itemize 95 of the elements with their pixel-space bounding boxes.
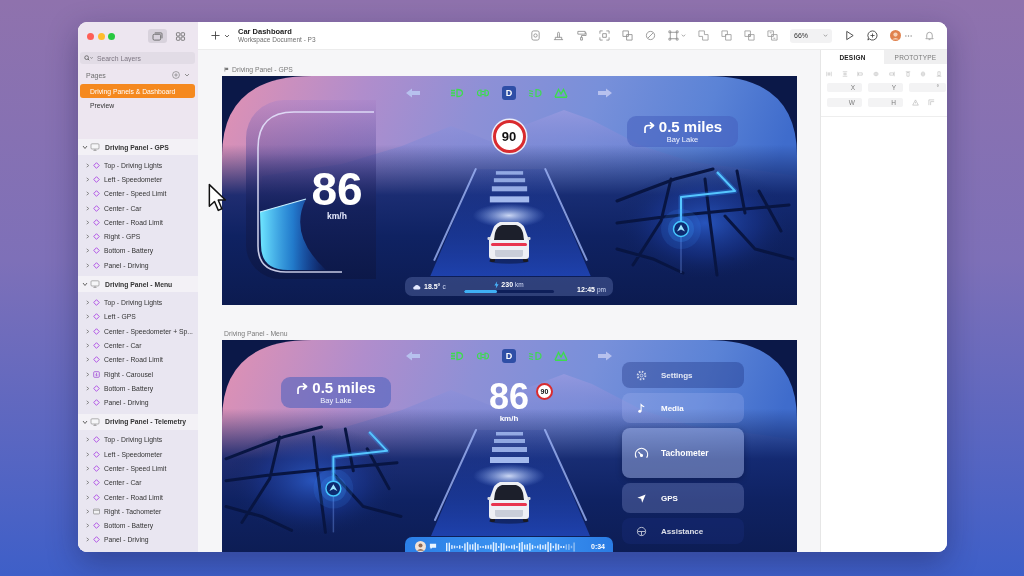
- chevron-down-icon[interactable]: [224, 32, 230, 39]
- caret-icon[interactable]: [85, 385, 90, 391]
- caret-icon[interactable]: [85, 494, 90, 500]
- monitor-icon: [90, 143, 100, 151]
- navigation-distance: 0.5 miles: [312, 380, 376, 396]
- caret-icon[interactable]: [85, 162, 90, 168]
- avatar-icon: [415, 541, 426, 552]
- caret-icon[interactable]: [85, 466, 90, 471]
- caret-icon[interactable]: [85, 451, 90, 457]
- subtract-icon[interactable]: [721, 30, 732, 41]
- overlap-squares-icon[interactable]: [622, 30, 633, 41]
- chevron-down-icon[interactable]: [184, 72, 190, 78]
- turn-right-arrow-icon: [642, 121, 655, 133]
- bell-icon[interactable]: [924, 30, 935, 41]
- caret-icon[interactable]: [85, 219, 90, 225]
- align-right-icon[interactable]: [888, 71, 895, 77]
- speed-unit: km/h: [499, 415, 519, 423]
- caret-icon[interactable]: [85, 191, 90, 197]
- grid-icon: [175, 31, 186, 41]
- caret-icon[interactable]: [82, 144, 88, 150]
- exclude-icon[interactable]: [767, 30, 778, 41]
- caret-icon[interactable]: [82, 418, 88, 425]
- stamp-icon[interactable]: [553, 30, 564, 41]
- more-icon[interactable]: [905, 34, 912, 37]
- caret-icon[interactable]: [85, 248, 90, 254]
- add-icon[interactable]: [172, 71, 180, 79]
- caret-icon[interactable]: [85, 480, 90, 486]
- caret-icon[interactable]: [85, 328, 90, 334]
- intersect-icon[interactable]: [744, 30, 755, 41]
- monitor-icon: [90, 417, 100, 426]
- caret-icon[interactable]: [85, 508, 90, 514]
- caret-icon[interactable]: [85, 314, 90, 320]
- navigation-arrow-icon: [636, 492, 647, 504]
- caret-icon[interactable]: [85, 262, 90, 268]
- caret-icon[interactable]: [85, 342, 90, 348]
- steering-wheel-icon: [636, 525, 647, 537]
- avatar-icon[interactable]: [890, 30, 901, 41]
- align-middle-icon[interactable]: [920, 71, 927, 77]
- caret-icon[interactable]: [85, 176, 90, 182]
- minimize-icon[interactable]: [97, 32, 105, 40]
- paint-roller-icon[interactable]: [576, 30, 587, 41]
- menu-item[interactable]: Assistance: [622, 518, 744, 544]
- comment-icon[interactable]: [867, 30, 878, 41]
- play-icon[interactable]: [844, 30, 855, 41]
- frame-icon: [93, 507, 100, 515]
- layers-icon: [152, 31, 163, 41]
- caret-icon[interactable]: [85, 537, 90, 543]
- caret-icon[interactable]: [85, 300, 90, 305]
- caret-icon[interactable]: [85, 357, 90, 363]
- maximize-icon[interactable]: [108, 32, 115, 40]
- search-icon: [84, 55, 93, 61]
- monitor-icon: [90, 280, 100, 289]
- speed-unit: km/h: [327, 212, 347, 221]
- caret-icon[interactable]: [82, 281, 88, 288]
- focus-frame-icon[interactable]: [599, 30, 610, 41]
- music-note-icon: [636, 402, 647, 414]
- triangle-icon[interactable]: [912, 99, 919, 106]
- lightning-bolt-icon: [494, 280, 500, 289]
- cloud-icon: [412, 283, 421, 290]
- align-center-icon[interactable]: [873, 71, 880, 77]
- menu-item[interactable]: GPS: [622, 483, 744, 513]
- align-top-icon[interactable]: [904, 71, 911, 77]
- layers-view-button[interactable]: [148, 29, 167, 43]
- close-icon[interactable]: [87, 32, 94, 40]
- caret-icon[interactable]: [85, 371, 90, 377]
- cursor-icon: [208, 183, 227, 212]
- location-marker-icon: [661, 209, 701, 249]
- gear-indicator: D: [502, 349, 516, 363]
- gauge-icon: [634, 445, 649, 461]
- chat-bubble-icon: [429, 543, 437, 550]
- plus-icon[interactable]: [211, 31, 220, 40]
- caret-icon[interactable]: [85, 205, 90, 211]
- speed-value: 86: [311, 166, 363, 212]
- distribute-horizontal-icon[interactable]: [826, 71, 832, 77]
- distribute-vertical-icon[interactable]: [841, 71, 848, 77]
- align-bottom-icon[interactable]: [935, 71, 942, 77]
- align-left-icon[interactable]: [857, 71, 864, 77]
- chevron-down-icon: [823, 33, 828, 38]
- caret-icon[interactable]: [85, 234, 90, 240]
- menu-item[interactable]: Tachometer: [622, 428, 744, 478]
- settings-icon: [636, 369, 647, 381]
- carousel-icon: [93, 370, 100, 378]
- corner-icon[interactable]: [928, 99, 935, 106]
- transform-icon[interactable]: [668, 30, 679, 41]
- caret-icon[interactable]: [85, 400, 90, 406]
- union-icon[interactable]: [698, 30, 709, 41]
- navigation-distance: 0.5 miles: [658, 119, 723, 135]
- menu-item[interactable]: Settings: [622, 362, 744, 388]
- caret-icon[interactable]: [85, 523, 90, 529]
- caret-icon[interactable]: [85, 437, 90, 443]
- gear-indicator: D: [502, 86, 516, 100]
- speed-value: 86: [488, 379, 529, 415]
- circle-slash-icon[interactable]: [645, 30, 656, 41]
- turn-right-arrow-icon: [296, 382, 309, 394]
- location-marker-icon: [313, 468, 354, 509]
